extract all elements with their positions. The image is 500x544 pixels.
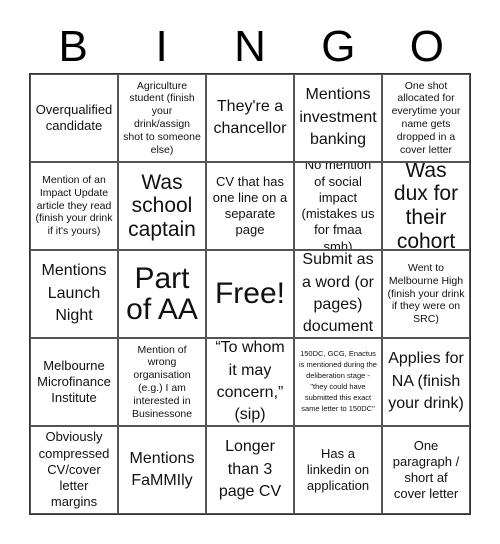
- header-letter-i: I: [155, 22, 168, 71]
- cell-text: No mention of social impact (mistakes us…: [301, 162, 375, 250]
- cell-text: Submit as a word (or pages) document: [301, 251, 375, 336]
- bingo-cell-r3c5[interactable]: Went to Melbourne High (finish your drin…: [382, 250, 470, 338]
- bingo-cell-r4c1[interactable]: Melbourne Microfinance Institute: [30, 338, 118, 426]
- bingo-cell-r4c3[interactable]: “To whom it may concern,” (sip): [206, 338, 294, 426]
- cell-text: Was school captain: [128, 170, 196, 241]
- cell-text: Mention of an Impact Update article they…: [35, 174, 113, 238]
- bingo-cell-r4c4[interactable]: 150DC, GCG, Enactus is mentioned during …: [294, 338, 382, 426]
- bingo-cell-r5c3[interactable]: Longer than 3 page CV: [206, 426, 294, 514]
- cell-text: They're a chancellor: [213, 97, 287, 137]
- cell-text: One paragraph / short af cover letter: [392, 437, 460, 502]
- cell-text: Was dux for their cohort: [393, 162, 459, 250]
- cell-text: Applies for NA (finish your drink): [388, 350, 464, 413]
- bingo-cell-r3c1[interactable]: Mentions Launch Night: [30, 250, 118, 338]
- cell-text: Mentions investment banking: [299, 86, 377, 149]
- cell-text: “To whom it may concern,” (sip): [215, 339, 285, 424]
- bingo-cell-r1c5[interactable]: One shot allocated for everytime your na…: [382, 74, 470, 162]
- cell-text: One shot allocated for everytime your na…: [391, 79, 461, 156]
- header-letter-b: B: [58, 22, 88, 71]
- bingo-cell-r5c4[interactable]: Has a linkedin on application: [294, 426, 382, 514]
- bingo-cell-r1c3[interactable]: They're a chancellor: [206, 74, 294, 162]
- cell-text: Melbourne Microfinance Institute: [37, 357, 111, 406]
- cell-text: Overqualified candidate: [35, 101, 113, 133]
- bingo-cell-r2c1[interactable]: Mention of an Impact Update article they…: [30, 162, 118, 250]
- bingo-header: B I N G O: [29, 22, 471, 72]
- header-letter-n: N: [234, 22, 266, 71]
- cell-text: Longer than 3 page CV: [218, 438, 282, 501]
- cell-text: Part of AA: [126, 261, 198, 326]
- bingo-cell-r4c2[interactable]: Mention of wrong organisation (e.g.) I a…: [118, 338, 206, 426]
- bingo-cell-r3c4[interactable]: Submit as a word (or pages) document: [294, 250, 382, 338]
- bingo-cell-r2c5[interactable]: Was dux for their cohort: [382, 162, 470, 250]
- bingo-card-grid: Overqualified candidate Agriculture stud…: [29, 73, 471, 515]
- cell-text: Obviously compressed CV/cover letter mar…: [38, 429, 110, 510]
- bingo-cell-r5c1[interactable]: Obviously compressed CV/cover letter mar…: [30, 426, 118, 514]
- bingo-cell-r1c4[interactable]: Mentions investment banking: [294, 74, 382, 162]
- bingo-cell-r2c4[interactable]: No mention of social impact (mistakes us…: [294, 162, 382, 250]
- bingo-cell-r4c5[interactable]: Applies for NA (finish your drink): [382, 338, 470, 426]
- header-letter-o: O: [409, 22, 444, 71]
- cell-text: Agriculture student (finish your drink/a…: [123, 79, 201, 156]
- bingo-cell-free-space[interactable]: Free!: [206, 250, 294, 338]
- cell-text: CV that has one line on a separate page: [212, 173, 288, 238]
- cell-text: Has a linkedin on application: [306, 445, 370, 494]
- header-letter-g: G: [321, 22, 356, 71]
- bingo-cell-r2c3[interactable]: CV that has one line on a separate page: [206, 162, 294, 250]
- bingo-cell-r3c2[interactable]: Part of AA: [118, 250, 206, 338]
- bingo-cell-r2c2[interactable]: Was school captain: [118, 162, 206, 250]
- bingo-cell-r1c2[interactable]: Agriculture student (finish your drink/a…: [118, 74, 206, 162]
- cell-text: Mentions FaMMIly: [129, 449, 195, 489]
- bingo-cell-r5c2[interactable]: Mentions FaMMIly: [118, 426, 206, 514]
- cell-text: Mentions Launch Night: [41, 262, 107, 325]
- cell-text: Went to Melbourne High (finish your drin…: [387, 262, 465, 326]
- cell-text: Free!: [214, 277, 286, 311]
- cell-text: Mention of wrong organisation (e.g.) I a…: [131, 343, 193, 420]
- bingo-cell-r1c1[interactable]: Overqualified candidate: [30, 74, 118, 162]
- bingo-cell-r5c5[interactable]: One paragraph / short af cover letter: [382, 426, 470, 514]
- cell-text: 150DC, GCG, Enactus is mentioned during …: [299, 349, 377, 413]
